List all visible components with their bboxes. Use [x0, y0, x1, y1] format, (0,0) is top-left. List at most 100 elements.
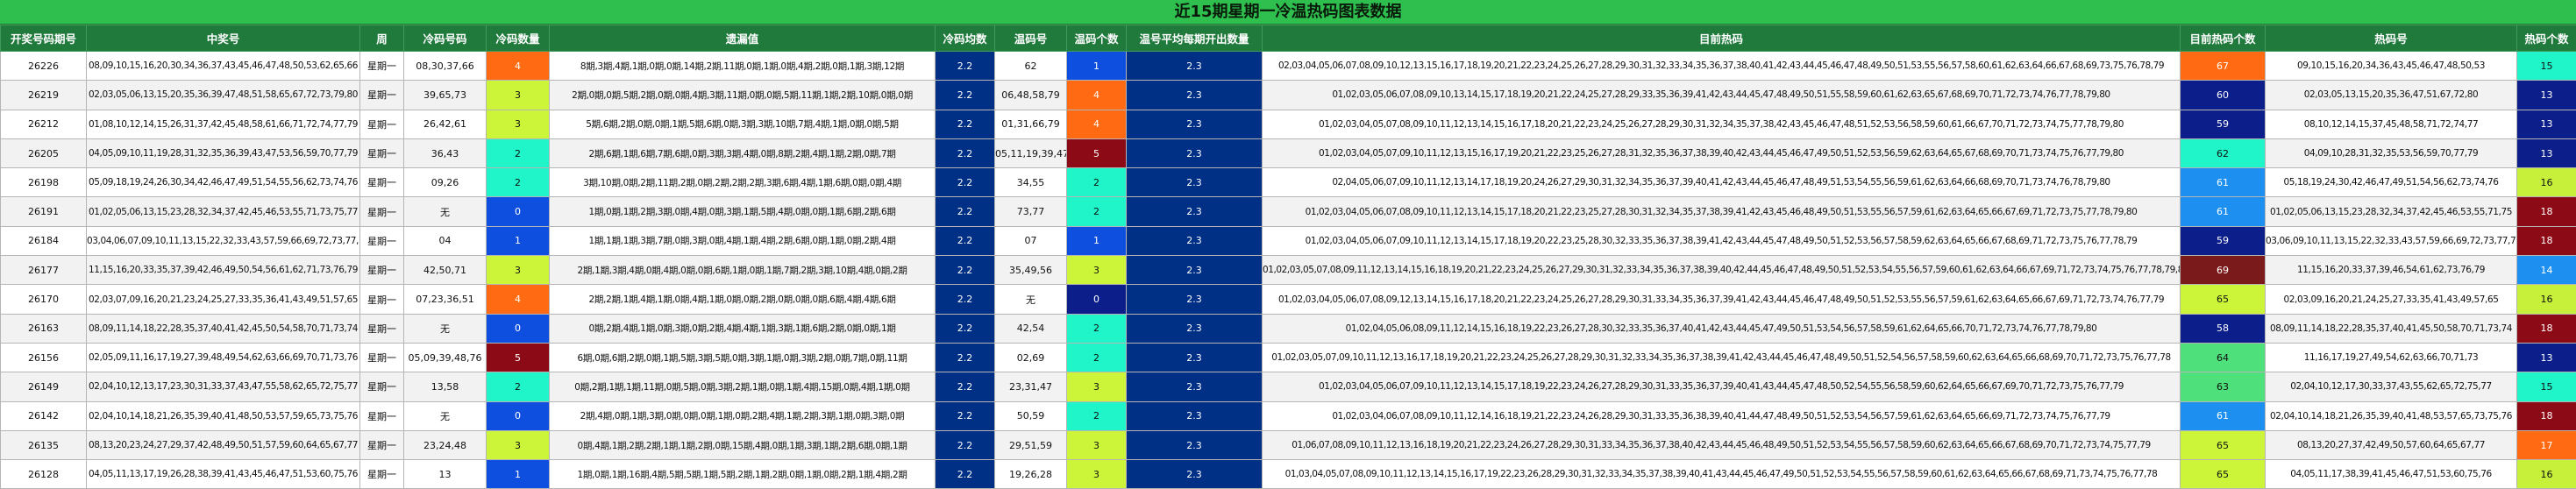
- cold-numbers-cell: 36,43: [404, 138, 487, 167]
- cold-count-cell: 0: [487, 401, 550, 430]
- period-cell: 26149: [1, 372, 87, 401]
- period-cell: 26135: [1, 430, 87, 459]
- missing-value-cell: 1期,0期,1期,2期,3期,0期,4期,0期,3期,1期,5期,4期,0期,0…: [550, 197, 936, 226]
- warm-numbers-cell: 62: [995, 52, 1067, 81]
- cold-count-cell: 2: [487, 138, 550, 167]
- current-hot-cell: 02,04,05,06,07,09,10,11,12,13,14,17,18,1…: [1263, 168, 2181, 197]
- hot-count-cell: 13: [2517, 81, 2576, 110]
- warm-numbers-cell: 07: [995, 226, 1067, 255]
- warm-numbers-cell: 35,49,56: [995, 256, 1067, 285]
- numbers-cell: 02,04,10,14,18,21,26,35,39,40,41,48,50,5…: [87, 401, 360, 430]
- cold-average-cell: 2.2: [936, 110, 995, 138]
- period-cell: 26226: [1, 52, 87, 81]
- warm-count-cell: 1: [1067, 52, 1127, 81]
- warm-count-cell: 5: [1067, 138, 1127, 167]
- hot-numbers-cell: 04,09,10,28,31,32,35,53,56,59,70,77,79: [2266, 138, 2517, 167]
- missing-value-cell: 5期,6期,2期,0期,0期,1期,5期,6期,0期,3期,3期,10期,7期,…: [550, 110, 936, 138]
- current-hot-cell: 01,06,07,08,09,10,11,12,13,16,18,19,20,2…: [1263, 430, 2181, 459]
- week-cell: 星期一: [360, 343, 404, 372]
- week-cell: 星期一: [360, 52, 404, 81]
- hot-count-cell: 18: [2517, 401, 2576, 430]
- numbers-cell: 01,02,05,06,13,15,23,28,32,34,37,42,45,4…: [87, 197, 360, 226]
- header-current-hot-count: 目前热码个数: [2181, 25, 2266, 52]
- current-hot-count-cell: 65: [2181, 285, 2266, 314]
- week-cell: 星期一: [360, 256, 404, 285]
- week-cell: 星期一: [360, 138, 404, 167]
- warm-count-cell: 3: [1067, 460, 1127, 489]
- numbers-cell: 08,09,10,15,16,20,30,34,36,37,43,45,46,4…: [87, 52, 360, 81]
- hot-numbers-cell: 08,10,12,14,15,37,45,48,58,71,72,74,77: [2266, 110, 2517, 138]
- warm-average-cell: 2.3: [1127, 197, 1263, 226]
- header-warm-numbers: 温码号: [995, 25, 1067, 52]
- cold-numbers-cell: 23,24,48: [404, 430, 487, 459]
- missing-value-cell: 2期,0期,0期,5期,2期,0期,0期,4期,3期,11期,0期,0期,5期,…: [550, 81, 936, 110]
- warm-numbers-cell: 06,48,58,79: [995, 81, 1067, 110]
- cold-average-cell: 2.2: [936, 401, 995, 430]
- current-hot-cell: 01,02,03,04,05,06,07,09,10,11,12,13,14,1…: [1263, 226, 2181, 255]
- current-hot-cell: 01,02,03,04,06,07,08,09,10,11,12,14,16,1…: [1263, 401, 2181, 430]
- numbers-cell: 02,03,05,06,13,15,20,35,36,39,47,48,51,5…: [87, 81, 360, 110]
- cold-average-cell: 2.2: [936, 52, 995, 81]
- missing-value-cell: 8期,3期,4期,1期,0期,0期,14期,2期,11期,0期,1期,0期,4期…: [550, 52, 936, 81]
- table-row: 2613508,13,20,23,24,27,29,37,42,48,49,50…: [1, 430, 2576, 459]
- header-hot-numbers: 热码号: [2266, 25, 2517, 52]
- warm-count-cell: 2: [1067, 401, 1127, 430]
- current-hot-cell: 01,02,03,05,06,07,08,09,10,13,14,15,17,1…: [1263, 81, 2181, 110]
- warm-numbers-cell: 19,26,28: [995, 460, 1067, 489]
- hot-numbers-cell: 11,16,17,19,27,49,54,62,63,66,70,71,73: [2266, 343, 2517, 372]
- warm-count-cell: 2: [1067, 168, 1127, 197]
- current-hot-count-cell: 62: [2181, 138, 2266, 167]
- cold-numbers-cell: 无: [404, 401, 487, 430]
- missing-value-cell: 2期,6期,1期,6期,7期,6期,0期,3期,3期,4期,0期,8期,2期,4…: [550, 138, 936, 167]
- warm-average-cell: 2.3: [1127, 256, 1263, 285]
- period-cell: 26219: [1, 81, 87, 110]
- header-cold-count: 冷码数量: [487, 25, 550, 52]
- table-row: 2614902,04,10,12,13,17,23,30,31,33,37,43…: [1, 372, 2576, 401]
- numbers-cell: 04,05,09,10,11,19,28,31,32,35,36,39,43,4…: [87, 138, 360, 167]
- table-row: 2620504,05,09,10,11,19,28,31,32,35,36,39…: [1, 138, 2576, 167]
- missing-value-cell: 0期,4期,1期,2期,2期,1期,1期,2期,0期,15期,4期,0期,1期,…: [550, 430, 936, 459]
- warm-count-cell: 0: [1067, 285, 1127, 314]
- table-row: 2618403,04,06,07,09,10,11,13,15,22,32,33…: [1, 226, 2576, 255]
- hot-numbers-cell: 02,04,10,14,18,21,26,35,39,40,41,48,53,5…: [2266, 401, 2517, 430]
- hot-count-cell: 18: [2517, 314, 2576, 343]
- warm-numbers-cell: 23,31,47: [995, 372, 1067, 401]
- cold-numbers-cell: 无: [404, 197, 487, 226]
- header-period: 开奖号码期号: [1, 25, 87, 52]
- warm-average-cell: 2.3: [1127, 285, 1263, 314]
- cold-average-cell: 2.2: [936, 226, 995, 255]
- period-cell: 26205: [1, 138, 87, 167]
- current-hot-count-cell: 61: [2181, 168, 2266, 197]
- hot-count-cell: 16: [2517, 460, 2576, 489]
- cold-average-cell: 2.2: [936, 314, 995, 343]
- warm-numbers-cell: 42,54: [995, 314, 1067, 343]
- header-warm-average: 温号平均每期开出数量: [1127, 25, 1263, 52]
- current-hot-cell: 01,02,03,04,05,06,07,09,10,11,12,13,14,1…: [1263, 372, 2181, 401]
- header-cold-average: 冷码均数: [936, 25, 995, 52]
- period-cell: 26163: [1, 314, 87, 343]
- warm-average-cell: 2.3: [1127, 226, 1263, 255]
- cold-average-cell: 2.2: [936, 372, 995, 401]
- period-cell: 26212: [1, 110, 87, 138]
- hot-numbers-cell: 04,05,11,17,38,39,41,45,46,47,51,53,60,7…: [2266, 460, 2517, 489]
- current-hot-cell: 01,02,03,04,05,07,08,09,10,11,12,13,14,1…: [1263, 110, 2181, 138]
- warm-average-cell: 2.3: [1127, 460, 1263, 489]
- header-hot-count: 热码个数: [2517, 25, 2576, 52]
- cold-count-cell: 1: [487, 460, 550, 489]
- cold-count-cell: 0: [487, 314, 550, 343]
- table-row: 2621201,08,10,12,14,15,26,31,37,42,45,48…: [1, 110, 2576, 138]
- cold-average-cell: 2.2: [936, 81, 995, 110]
- cold-numbers-cell: 26,42,61: [404, 110, 487, 138]
- cold-count-cell: 0: [487, 197, 550, 226]
- cold-average-cell: 2.2: [936, 343, 995, 372]
- warm-average-cell: 2.3: [1127, 110, 1263, 138]
- current-hot-count-cell: 69: [2181, 256, 2266, 285]
- current-hot-count-cell: 63: [2181, 372, 2266, 401]
- table-row: 2622608,09,10,15,16,20,30,34,36,37,43,45…: [1, 52, 2576, 81]
- header-numbers: 中奖号: [87, 25, 360, 52]
- cold-numbers-cell: 07,23,36,51: [404, 285, 487, 314]
- table-row: 2617002,03,07,09,16,20,21,23,24,25,27,33…: [1, 285, 2576, 314]
- current-hot-cell: 01,02,03,04,05,07,09,10,11,12,13,15,16,1…: [1263, 138, 2181, 167]
- cold-numbers-cell: 05,09,39,48,76: [404, 343, 487, 372]
- hot-count-cell: 14: [2517, 256, 2576, 285]
